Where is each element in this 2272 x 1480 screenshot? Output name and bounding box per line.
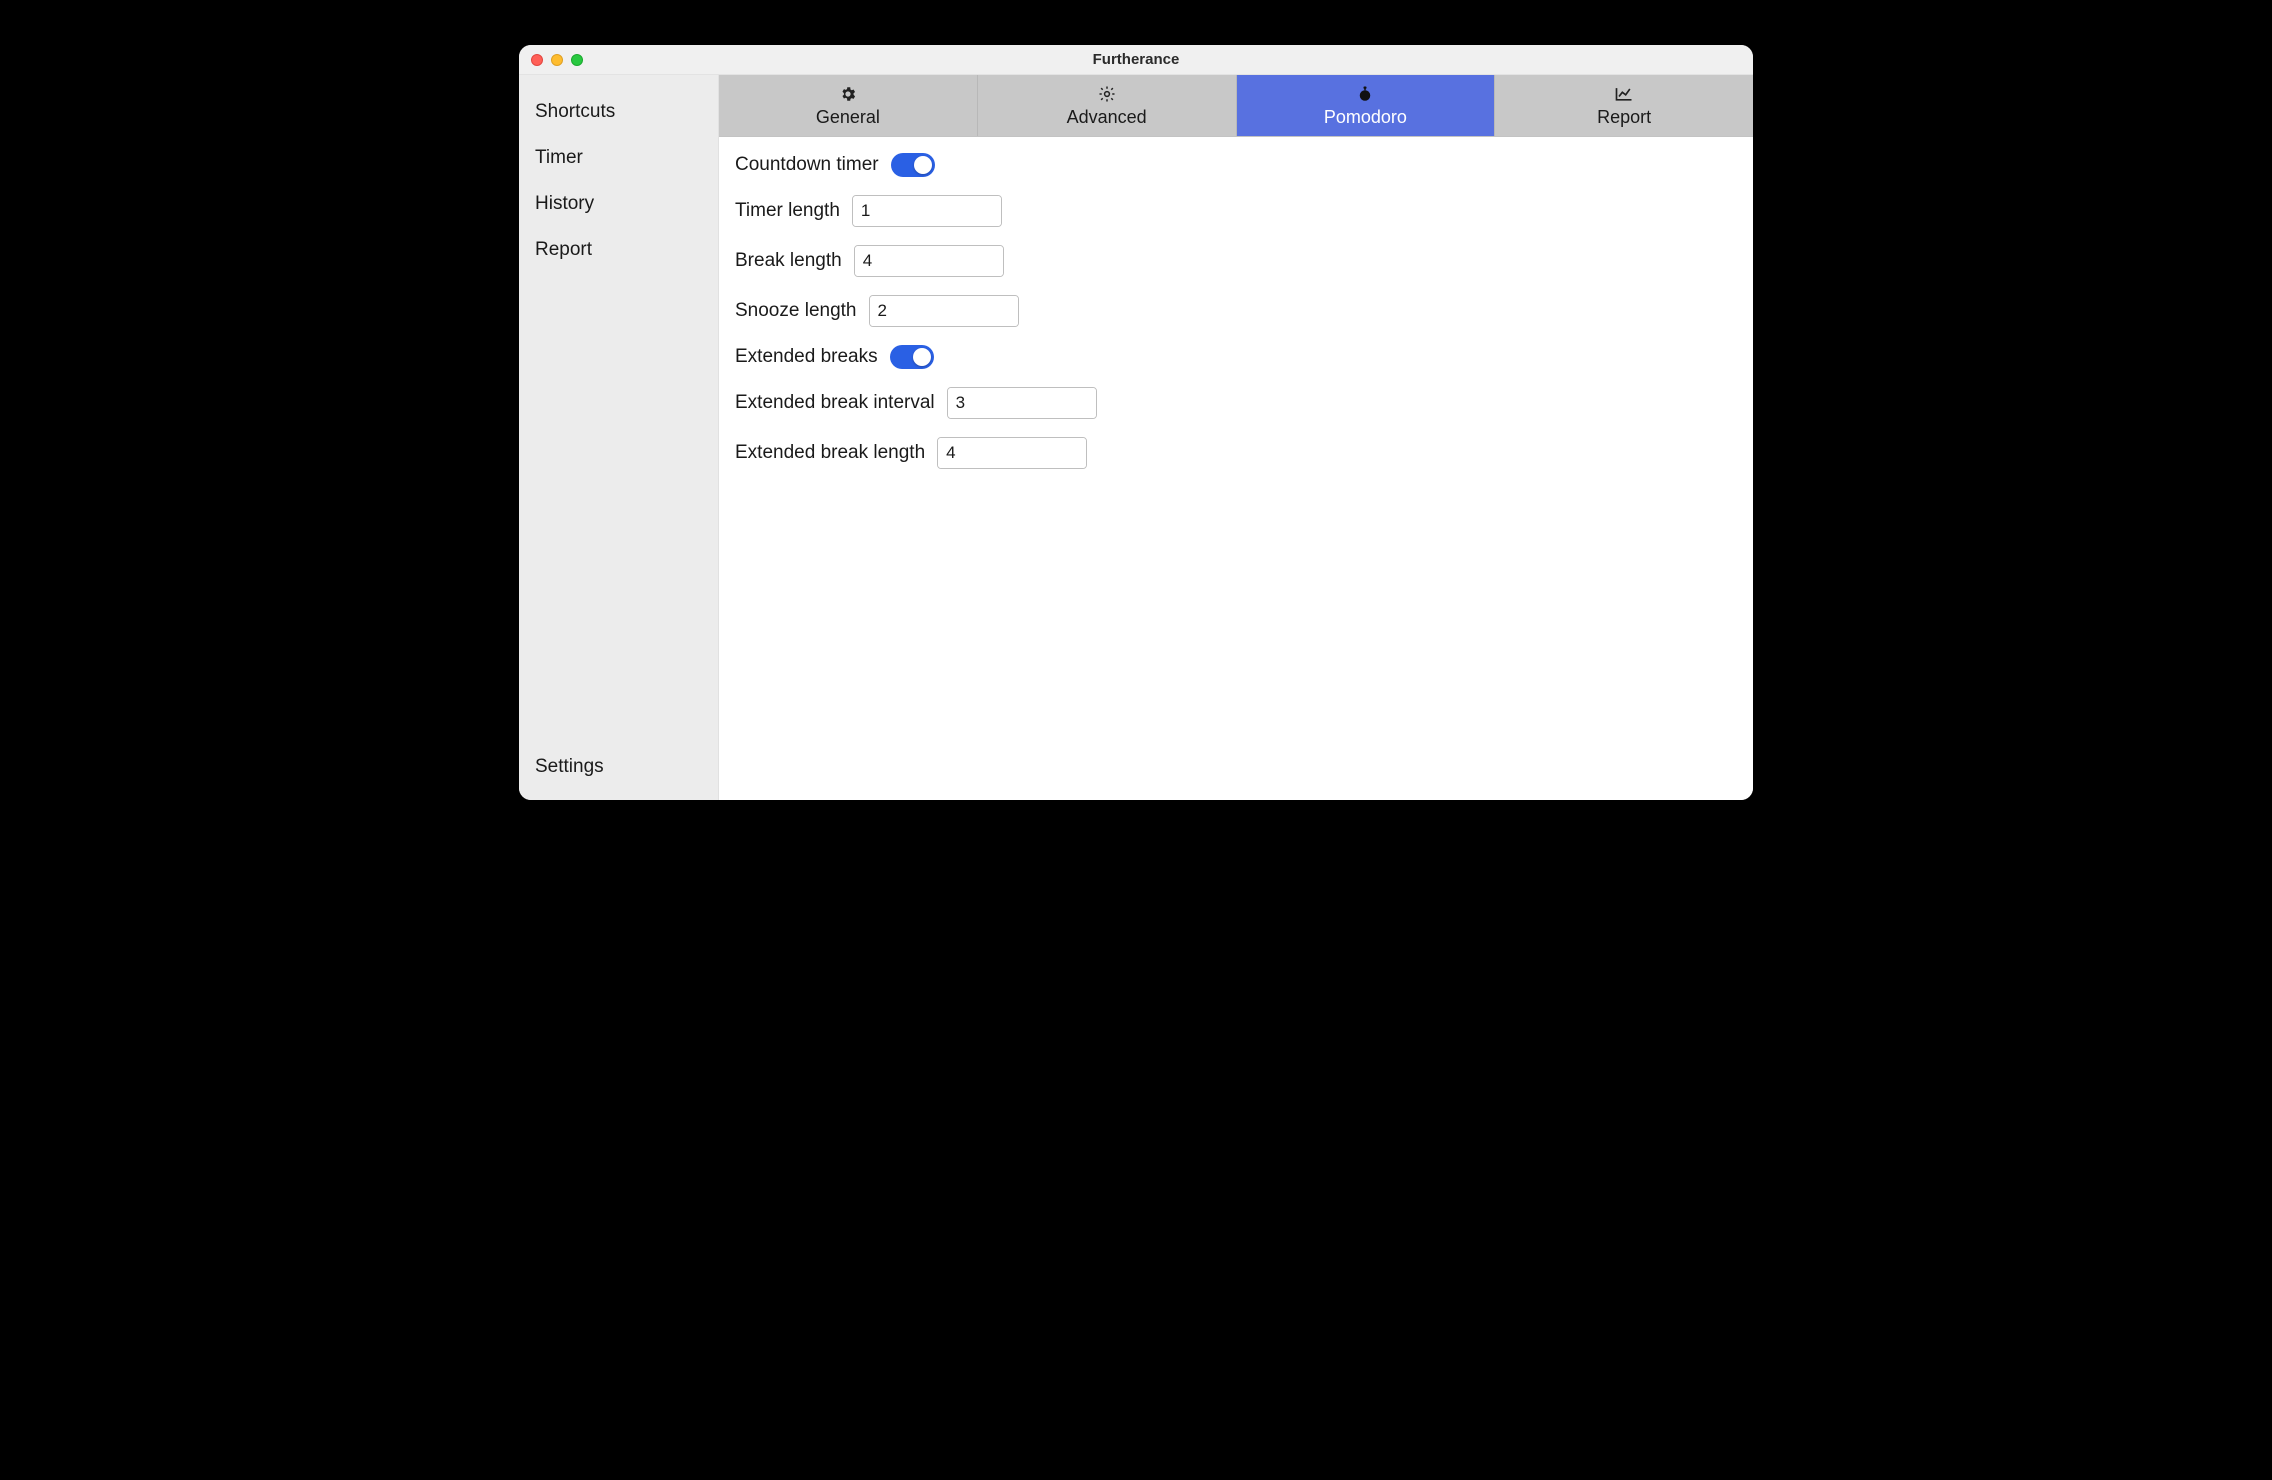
label-extended-breaks: Extended breaks (735, 346, 878, 368)
input-extended-break-length-wrap (937, 437, 1087, 469)
sidebar-item-report[interactable]: Report (519, 227, 718, 273)
input-break-length[interactable] (855, 246, 1004, 276)
sidebar-item-history[interactable]: History (519, 181, 718, 227)
input-break-length-wrap (854, 245, 1004, 277)
input-snooze-length-wrap (869, 295, 1019, 327)
row-extended-break-interval: Extended break interval (735, 387, 1737, 419)
settings-panel: Countdown timer Timer length (719, 137, 1753, 800)
stopwatch-icon (1356, 84, 1374, 104)
tab-label: General (816, 107, 880, 128)
sidebar-top: Shortcuts Timer History Report (519, 75, 718, 744)
toggle-knob (914, 156, 932, 174)
main: General Advanced Pomodoro (719, 75, 1753, 800)
row-countdown-timer: Countdown timer (735, 153, 1737, 177)
sidebar-item-settings[interactable]: Settings (519, 744, 718, 790)
titlebar: Furtherance (519, 45, 1753, 75)
close-button[interactable] (531, 54, 543, 66)
sidebar-item-shortcuts[interactable]: Shortcuts (519, 89, 718, 135)
label-extended-break-length: Extended break length (735, 442, 925, 464)
input-snooze-length[interactable] (870, 296, 1019, 326)
window-title: Furtherance (519, 51, 1753, 68)
label-timer-length: Timer length (735, 200, 840, 222)
toggle-countdown-timer[interactable] (891, 153, 935, 177)
sidebar-item-timer[interactable]: Timer (519, 135, 718, 181)
window-controls (531, 54, 583, 66)
chart-icon (1614, 84, 1634, 104)
input-extended-break-length[interactable] (938, 438, 1087, 468)
row-timer-length: Timer length (735, 195, 1737, 227)
row-extended-break-length: Extended break length (735, 437, 1737, 469)
input-timer-length-wrap (852, 195, 1002, 227)
tab-label: Advanced (1067, 107, 1147, 128)
row-break-length: Break length (735, 245, 1737, 277)
tab-report[interactable]: Report (1495, 75, 1753, 136)
row-extended-breaks: Extended breaks (735, 345, 1737, 369)
tab-general[interactable]: General (719, 75, 978, 136)
input-timer-length[interactable] (853, 196, 1002, 226)
input-extended-break-interval-wrap (947, 387, 1097, 419)
label-snooze-length: Snooze length (735, 300, 857, 322)
gearwheel-icon (1098, 84, 1116, 104)
toggle-extended-breaks[interactable] (890, 345, 934, 369)
input-extended-break-interval[interactable] (948, 388, 1097, 418)
app-window: Furtherance Shortcuts Timer History Repo… (519, 45, 1753, 800)
maximize-button[interactable] (571, 54, 583, 66)
tab-label: Report (1597, 107, 1651, 128)
window-body: Shortcuts Timer History Report Settings … (519, 75, 1753, 800)
label-break-length: Break length (735, 250, 842, 272)
label-countdown-timer: Countdown timer (735, 154, 879, 176)
tab-advanced[interactable]: Advanced (978, 75, 1237, 136)
minimize-button[interactable] (551, 54, 563, 66)
tab-label: Pomodoro (1324, 107, 1407, 128)
sidebar: Shortcuts Timer History Report Settings (519, 75, 719, 800)
row-snooze-length: Snooze length (735, 295, 1737, 327)
gear-icon (839, 84, 857, 104)
sidebar-bottom: Settings (519, 744, 718, 800)
label-extended-break-interval: Extended break interval (735, 392, 935, 414)
tab-pomodoro[interactable]: Pomodoro (1237, 75, 1496, 136)
tabs: General Advanced Pomodoro (719, 75, 1753, 137)
toggle-knob (913, 348, 931, 366)
